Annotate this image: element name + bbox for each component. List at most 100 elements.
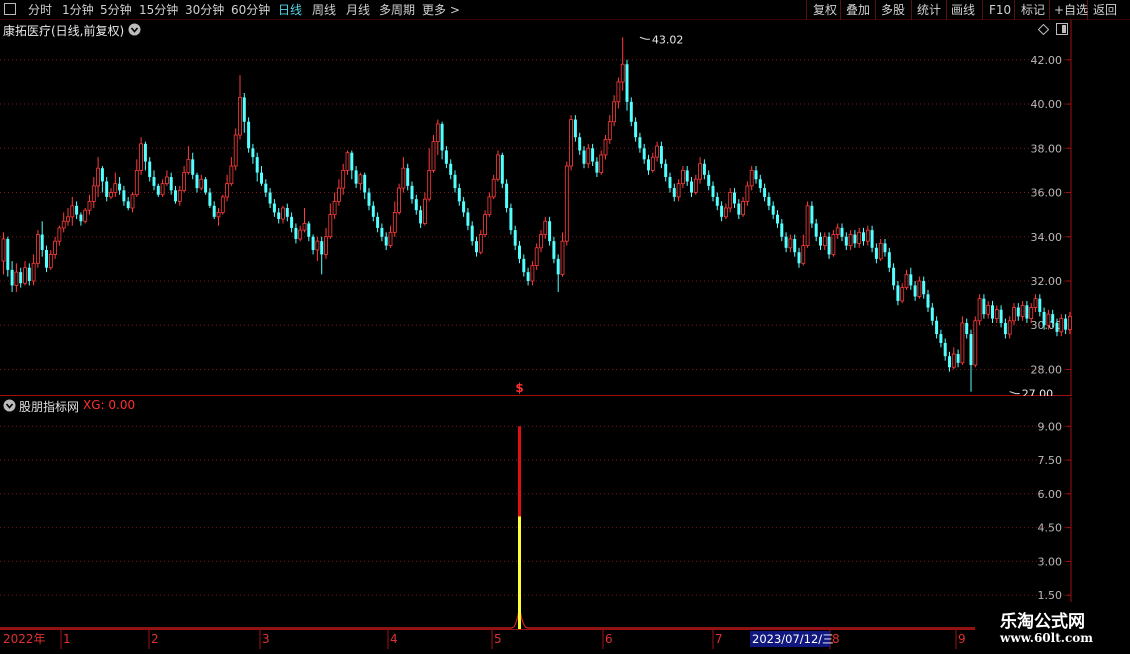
- candle-body: [475, 241, 478, 253]
- candle-body: [83, 209, 88, 222]
- candle: [6, 236, 10, 277]
- candle: [247, 117, 251, 153]
- candle: [148, 157, 152, 182]
- period-tab[interactable]: 周线: [312, 1, 336, 19]
- period-tab[interactable]: 多周期: [379, 1, 415, 19]
- candle: [582, 146, 586, 169]
- toolbar-divider: [806, 0, 807, 20]
- window-icon[interactable]: [4, 3, 16, 15]
- period-tab[interactable]: 30分钟: [185, 1, 224, 19]
- period-tab[interactable]: 15分钟: [139, 1, 178, 19]
- candle-body: [177, 189, 182, 202]
- candle-body: [543, 220, 548, 235]
- candle-body: [578, 137, 582, 151]
- candle: [302, 208, 307, 233]
- candle: [315, 236, 320, 262]
- candle: [642, 143, 646, 164]
- indicator-panel[interactable]: 1.50 3.00 4.50 6.00 7.50 9.00 股朋指标网 XG: 0.00: [0, 397, 1072, 629]
- candle: [238, 75, 242, 140]
- candle: [741, 196, 745, 217]
- candle: [156, 183, 160, 197]
- candle-body: [251, 148, 255, 158]
- candle-body: [634, 121, 638, 138]
- period-tab[interactable]: 60分钟: [231, 1, 270, 19]
- candle: [913, 280, 917, 301]
- toolbar-button[interactable]: 统计: [917, 1, 941, 19]
- window-icon[interactable]: [1056, 23, 1068, 35]
- toolbar-divider: [875, 0, 876, 20]
- chevron-down-icon[interactable]: [128, 23, 141, 36]
- candle: [290, 212, 294, 233]
- candle: [457, 183, 461, 206]
- candle: [61, 212, 66, 233]
- indicator-chart[interactable]: 1.50 3.00 4.50 6.00 7.50 9.00: [0, 397, 1072, 629]
- candle: [298, 225, 303, 242]
- candle-body: [638, 137, 642, 149]
- toolbar-button[interactable]: 叠加: [846, 1, 870, 19]
- candle: [336, 179, 341, 206]
- candle-body: [896, 285, 900, 301]
- candle: [1025, 300, 1029, 324]
- period-tab[interactable]: 5分钟: [100, 1, 132, 19]
- candle: [191, 152, 195, 180]
- toolbar-button[interactable]: 画线: [951, 1, 975, 19]
- candle: [199, 174, 204, 191]
- candle-body: [1029, 307, 1034, 319]
- chevron-down-icon[interactable]: [3, 399, 16, 412]
- candle-body: [672, 188, 676, 197]
- period-tab[interactable]: 更多 >: [422, 1, 460, 19]
- candle-body: [216, 212, 221, 218]
- candlestick-chart[interactable]: 28.0030.0032.0034.0036.0038.0040.0042.00…: [0, 20, 1080, 401]
- candle-body: [767, 196, 771, 206]
- candle-body: [483, 214, 488, 235]
- candle: [917, 276, 922, 299]
- toolbar-button[interactable]: 复权: [813, 1, 837, 19]
- candle-body: [363, 174, 367, 193]
- annotation-leader: [639, 36, 650, 40]
- diamond-icon[interactable]: [1038, 24, 1049, 35]
- candle-body: [612, 101, 616, 123]
- candle-body: [302, 223, 307, 231]
- candle: [556, 254, 560, 293]
- toolbar-button[interactable]: 多股: [881, 1, 905, 19]
- candle-body: [668, 177, 672, 189]
- period-tab[interactable]: 1分钟: [62, 1, 94, 19]
- toolbar-button[interactable]: 标记: [1021, 1, 1045, 19]
- candle-body: [255, 157, 259, 173]
- signal-bar-red: [518, 426, 521, 517]
- period-tab[interactable]: 月线: [346, 1, 370, 19]
- candle-body: [1016, 307, 1020, 317]
- price-panel[interactable]: 28.00 30.00 32.00 34.00 36.00 38.00 40.00 42.00…: [0, 20, 1080, 401]
- candle: [225, 174, 230, 202]
- toolbar-button[interactable]: +自选: [1054, 1, 1088, 19]
- candle-body: [406, 168, 410, 186]
- candle-body: [122, 190, 126, 202]
- candle: [534, 243, 539, 270]
- candle-body: [358, 174, 363, 185]
- period-tab[interactable]: 日线: [278, 1, 302, 19]
- candle: [552, 236, 556, 264]
- candle: [440, 121, 444, 160]
- candle: [410, 181, 414, 204]
- candle: [930, 303, 934, 326]
- candle: [607, 115, 612, 144]
- candle: [444, 146, 448, 169]
- candle-body: [186, 158, 191, 174]
- candle: [475, 236, 478, 257]
- candle: [212, 201, 216, 220]
- period-tab[interactable]: 分时: [28, 1, 52, 19]
- candle: [177, 185, 182, 206]
- toolbar-button[interactable]: F10: [989, 1, 1011, 19]
- candle-body: [969, 334, 973, 366]
- candle-body: [40, 234, 44, 251]
- candle-body: [380, 227, 384, 237]
- candle-body: [277, 212, 281, 220]
- candle: [754, 165, 758, 184]
- candle-body: [819, 236, 822, 246]
- toolbar-button[interactable]: 返回: [1093, 1, 1117, 19]
- candle-body: [388, 231, 393, 246]
- candle-body: [552, 241, 556, 259]
- candle: [758, 174, 762, 193]
- candle: [900, 283, 905, 304]
- candle-body: [238, 97, 242, 136]
